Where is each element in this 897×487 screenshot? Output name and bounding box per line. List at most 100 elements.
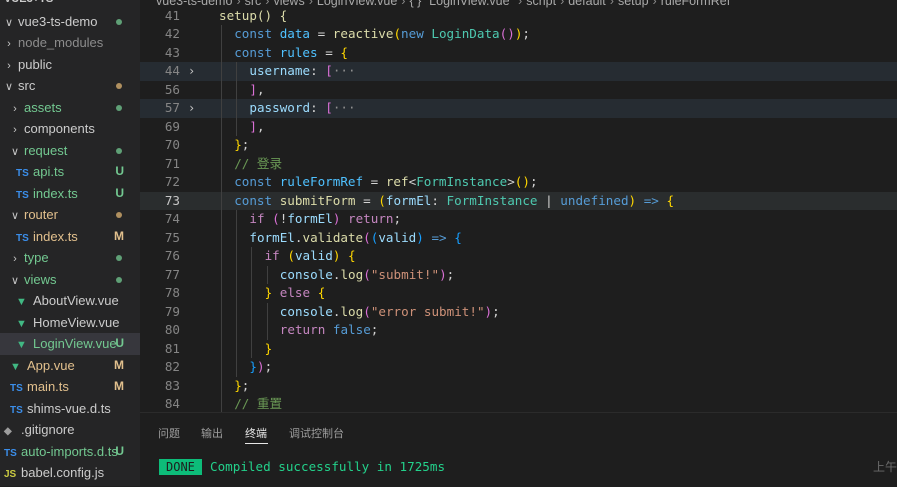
chevron-down-icon[interactable]: ∨ — [10, 206, 20, 228]
code-line[interactable]: 76 if (valid) { — [140, 247, 897, 266]
tree-item-gitignore[interactable]: ◆ .gitignore — [0, 419, 140, 441]
line-number: 42 — [164, 26, 180, 41]
code-line[interactable]: 72 const ruleFormRef = ref<FormInstance>(… — [140, 173, 897, 192]
tree-item-babel-config-js[interactable]: JS babel.config.js — [0, 462, 140, 484]
tree-item-shims-vue-d-ts[interactable]: TS shims-vue.d.ts — [0, 398, 140, 420]
code-text: password: [··· — [249, 99, 355, 118]
code-line[interactable]: 81} — [140, 339, 897, 358]
indent-guide — [236, 210, 238, 229]
code-line[interactable]: 44 › username: [··· — [140, 62, 897, 81]
tree-item-app-vue[interactable]: ▼ App.vue M — [0, 355, 140, 377]
tab-problems[interactable]: 问题 — [158, 425, 180, 441]
code-token: () — [514, 174, 530, 189]
code-line[interactable]: 84 // 重置 — [140, 395, 897, 412]
code-token: valid — [294, 248, 333, 263]
tree-item-label: public — [18, 56, 52, 72]
tree-item-views[interactable]: ∨ views — [0, 269, 140, 291]
code-token: "submit!" — [370, 266, 440, 282]
code-line[interactable]: 70}; — [140, 136, 897, 155]
tree-item-index-ts[interactable]: TS index.ts U — [0, 183, 140, 205]
chevron-right-icon[interactable]: › — [10, 120, 20, 142]
modified-badge: M — [114, 379, 124, 393]
tree-item-src[interactable]: ∨ src — [0, 75, 140, 97]
code-line[interactable]: 42 const data = reactive(new LoginData())… — [140, 25, 897, 44]
tree-item-index-ts[interactable]: TS index.ts M — [0, 226, 140, 248]
code-text: // 登录 — [234, 155, 282, 174]
chevron-down-icon[interactable]: ∨ — [10, 271, 20, 293]
code-token: } — [249, 359, 257, 374]
chevron-down-icon[interactable]: ∨ — [4, 13, 14, 35]
chevron-down-icon[interactable]: ∨ — [4, 77, 14, 99]
code-line[interactable]: 56], — [140, 80, 897, 99]
code-token: validate — [302, 229, 364, 245]
code-token: ; — [264, 359, 273, 374]
code-text: ], — [249, 118, 264, 137]
indent-guide — [221, 43, 222, 62]
code-line[interactable]: 41 setup() { — [140, 7, 897, 26]
explorer-sidebar: VUE3+TS∨vue3-ts-demo›node_modules›public… — [0, 0, 140, 486]
typescript-file-icon: TS — [16, 232, 29, 244]
code-line[interactable]: 80 return false; — [140, 321, 897, 340]
tree-item-auto-imports-d-ts[interactable]: TS auto-imports.d.ts U — [0, 441, 140, 463]
code-line[interactable]: 73 const submitForm = (formEl: FormInstan… — [140, 191, 897, 210]
tab-output[interactable]: 输出 — [201, 425, 223, 441]
chevron-right-icon[interactable]: › — [10, 99, 20, 121]
indent-guide — [266, 265, 268, 284]
tree-item-homeview-vue[interactable]: ▼ HomeView.vue — [0, 312, 140, 334]
tree-item-assets[interactable]: › assets — [0, 97, 140, 119]
code-text: } else { — [265, 284, 326, 303]
tree-item-aboutview-vue[interactable]: ▼ AboutView.vue — [0, 290, 140, 312]
code-token: ··· — [332, 100, 356, 115]
code-text: if (!formEl) return; — [249, 210, 401, 229]
code-token: ; — [393, 211, 402, 226]
tree-item-main-ts[interactable]: TS main.ts M — [0, 376, 140, 398]
indent-guide — [251, 321, 253, 340]
tree-item-vue3-ts-demo[interactable]: ∨ vue3-ts-demo — [0, 11, 140, 33]
tree-item-label: src — [18, 78, 36, 93]
code-token: "error submit!" — [370, 303, 485, 319]
code-line[interactable]: 79 console.log("error submit!"); — [140, 302, 897, 321]
tree-item-router[interactable]: ∨ router — [0, 204, 140, 226]
fold-chevron-icon[interactable]: › — [188, 99, 195, 118]
code-token: valid — [378, 229, 417, 245]
chevron-right-icon[interactable]: › — [10, 249, 20, 271]
tree-item-components[interactable]: › components — [0, 118, 140, 140]
code-line[interactable]: 77 console.log("submit!"); — [140, 265, 897, 284]
fold-chevron-icon[interactable]: › — [188, 62, 195, 81]
indent-guide — [251, 339, 253, 358]
tree-item-request[interactable]: ∨ request — [0, 140, 140, 162]
indent-guide — [266, 302, 268, 321]
code-text: }; — [234, 377, 249, 396]
code-token: ( — [363, 266, 371, 282]
chevron-right-icon[interactable]: › — [4, 56, 14, 78]
code-line[interactable]: 78} else { — [140, 284, 897, 303]
chevron-down-icon[interactable]: ∨ — [10, 142, 20, 164]
code-line[interactable]: 75 formEl.validate((valid) => { — [140, 228, 897, 247]
code-token: [ — [325, 63, 333, 78]
tree-item-node-modules[interactable]: › node_modules — [0, 32, 140, 54]
code-token: if — [264, 248, 288, 263]
code-line[interactable]: 69], — [140, 117, 897, 137]
code-token: data — [279, 26, 311, 41]
tree-item-loginview-vue[interactable]: ▼ LoginView.vue U — [0, 333, 140, 355]
tree-item-api-ts[interactable]: TS api.ts U — [0, 161, 140, 183]
tab-debug-console[interactable]: 调试控制台 — [289, 425, 344, 441]
code-text: const ruleFormRef = ref<FormInstance>(); — [234, 173, 537, 192]
code-line[interactable]: 71 // 登录 — [140, 154, 897, 174]
code-editor[interactable]: vue3-ts-demo › src › views › LoginView.vue ›{ }… — [140, 0, 897, 412]
tree-item-type[interactable]: › type — [0, 247, 140, 269]
code-line[interactable]: 82}); — [140, 358, 897, 377]
tree-item-vue3-ts[interactable]: VUE3+TS — [0, 0, 140, 11]
code-token: return — [279, 322, 333, 337]
typescript-file-icon: TS — [4, 447, 17, 459]
code-token: FormInstance — [446, 192, 538, 208]
code-line[interactable]: 83}; — [140, 376, 897, 396]
chevron-right-icon[interactable]: › — [4, 34, 14, 56]
code-line[interactable]: 74 if (!formEl) return; — [140, 210, 897, 229]
tab-terminal[interactable]: 终端 — [245, 425, 267, 441]
code-token: setup() { — [219, 7, 288, 23]
code-line[interactable]: 43 const rules = { — [140, 43, 897, 62]
tree-item-public[interactable]: › public — [0, 54, 140, 76]
code-line[interactable]: 57 › password: [··· — [140, 99, 897, 118]
